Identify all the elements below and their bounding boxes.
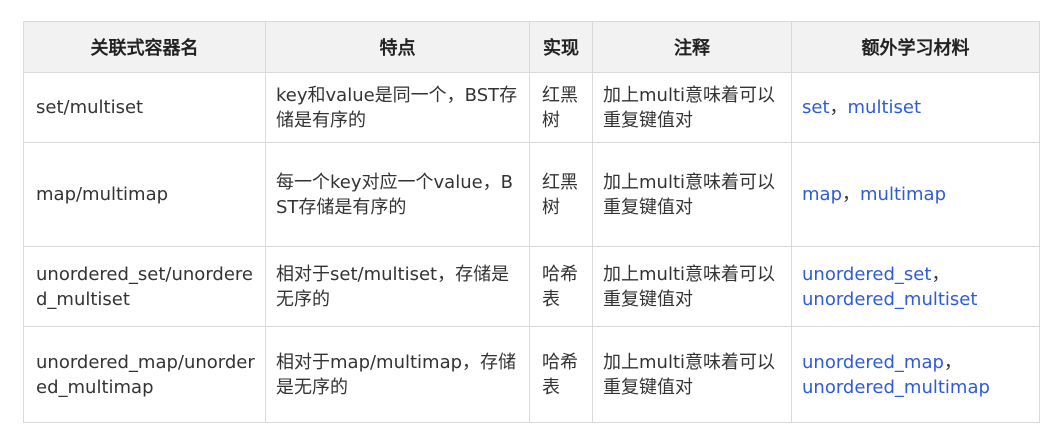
material-cell: unordered_map， unordered_multimap [791, 326, 1040, 423]
header-feature: 特点 [265, 21, 530, 73]
table-container: 关联式容器名 特点 实现 注释 额外学习材料 set/multiset key和… [23, 21, 1040, 423]
feature-cell: 相对于set/multiset，存储是无序的 [265, 246, 530, 327]
feature-cell: 每一个key对应一个value，BST存储是有序的 [265, 142, 530, 247]
link-separator: ， [829, 97, 848, 118]
link-separator: ， [943, 351, 962, 373]
table-header-row: 关联式容器名 特点 实现 注释 额外学习材料 [23, 21, 1040, 73]
link-multimap[interactable]: multimap [860, 184, 946, 205]
material-cell: set，multiset [791, 72, 1040, 143]
table-row: unordered_map/unordered_multimap 相对于map/… [23, 326, 1040, 423]
link-unordered-map[interactable]: unordered_map [802, 352, 944, 373]
link-unordered-set[interactable]: unordered_set [802, 264, 931, 285]
feature-cell: key和value是同一个，BST存储是有序的 [265, 72, 530, 143]
note-cell: 加上multi意味着可以重复键值对 [592, 246, 792, 327]
link-multiset[interactable]: multiset [848, 97, 922, 118]
implementation-cell: 红黑树 [529, 72, 593, 143]
link-unordered-multiset[interactable]: unordered_multiset [802, 289, 977, 310]
container-name-cell: set/multiset [23, 72, 266, 143]
material-cell: unordered_set， unordered_multiset [791, 246, 1040, 327]
table-row: map/multimap 每一个key对应一个value，BST存储是有序的 红… [23, 142, 1040, 247]
note-cell: 加上multi意味着可以重复键值对 [592, 142, 792, 247]
link-separator: ， [842, 184, 860, 205]
note-cell: 加上multi意味着可以重复键值对 [592, 72, 792, 143]
container-name-cell: unordered_map/unordered_multimap [23, 326, 266, 423]
note-cell: 加上multi意味着可以重复键值对 [592, 326, 792, 423]
table-row: set/multiset key和value是同一个，BST存储是有序的 红黑树… [23, 72, 1040, 143]
implementation-cell: 哈希表 [529, 246, 593, 327]
header-extra-material: 额外学习材料 [791, 21, 1040, 73]
implementation-cell: 红黑树 [529, 142, 593, 247]
implementation-cell: 哈希表 [529, 326, 593, 423]
feature-cell: 相对于map/multimap，存储是无序的 [265, 326, 530, 423]
link-set[interactable]: set [802, 97, 830, 118]
table-row: unordered_set/unordered_multiset 相对于set/… [23, 246, 1040, 327]
container-name-cell: unordered_set/unordered_multiset [23, 246, 266, 327]
header-note: 注释 [592, 21, 792, 73]
associative-containers-table: 关联式容器名 特点 实现 注释 额外学习材料 set/multiset key和… [23, 21, 1040, 423]
material-cell: map，multimap [791, 142, 1040, 247]
link-map[interactable]: map [802, 184, 842, 205]
link-unordered-multimap[interactable]: unordered_multimap [802, 377, 990, 398]
container-name-cell: map/multimap [23, 142, 266, 247]
link-separator: ， [931, 263, 950, 285]
header-container-name: 关联式容器名 [23, 21, 266, 73]
header-implementation: 实现 [529, 21, 593, 73]
